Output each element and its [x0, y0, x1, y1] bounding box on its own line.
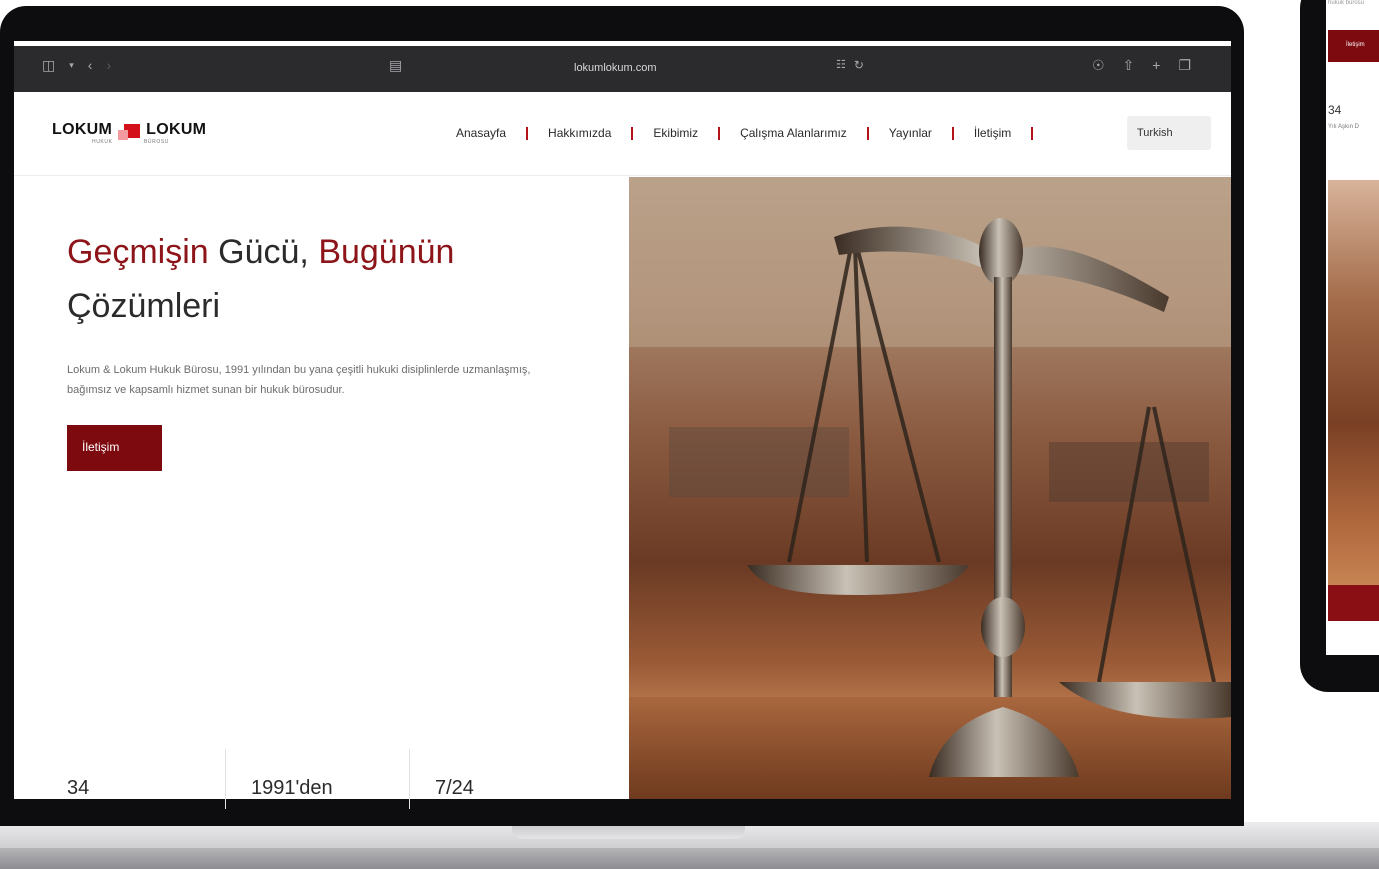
hero-stats: 34 1991'den 7/24	[67, 749, 529, 809]
nav-item-calisma-alanlarimiz[interactable]: Çalışma Alanlarımız	[740, 126, 847, 140]
headline-part-2: Gücü,	[208, 233, 319, 271]
hero-headline: Geçmişin Gücü, Bugünün Çözümleri	[67, 225, 587, 333]
laptop-base	[0, 822, 1379, 869]
logo-word-right: LOKUM	[146, 121, 207, 138]
page-icon[interactable]: ▤	[389, 58, 402, 72]
chevron-down-icon[interactable]: ▾	[69, 58, 74, 72]
nav-separator	[526, 126, 529, 140]
hero-lead-paragraph: Lokum & Lokum Hukuk Bürosu, 1991 yılında…	[67, 364, 531, 396]
stat-availability: 7/24	[409, 749, 529, 809]
logo-sub-left: HUKUK	[92, 139, 113, 145]
toolbar-right-controls: ☉ ⇧ + ❐	[1092, 58, 1191, 72]
contact-button[interactable]: İletişim	[67, 425, 162, 471]
browser-toolbar: ◫ ▾ ‹ › ▤ lokumlokum.com ☷ ↻ ☉ ⇧ + ❐	[14, 46, 1231, 92]
address-bar-url[interactable]: lokumlokum.com	[574, 62, 657, 74]
new-tab-icon[interactable]: +	[1152, 58, 1160, 72]
nav-item-hakkimizda[interactable]: Hakkımızda	[548, 126, 611, 140]
forward-icon[interactable]: ›	[106, 58, 111, 72]
nav-separator	[866, 126, 869, 140]
hero-image-scales-of-justice	[629, 177, 1231, 799]
tablet-stat-value: 34	[1328, 103, 1342, 117]
tablet-hero-image	[1328, 180, 1379, 585]
share-icon[interactable]: ⇧	[1123, 58, 1135, 72]
download-icon[interactable]: ☉	[1092, 58, 1105, 72]
tablet-stat-label: Yılı Aşkın D	[1328, 124, 1360, 130]
nav-separator	[1031, 126, 1034, 140]
nav-separator	[631, 126, 634, 140]
site-logo[interactable]: LOKUM LOKUM HUKUK BÜROSU	[52, 120, 207, 145]
sidebar-icon[interactable]: ◫	[42, 58, 55, 72]
back-icon[interactable]: ‹	[88, 58, 93, 72]
reload-icon[interactable]: ↻	[854, 58, 864, 72]
headline-part-4: Çözümleri	[67, 287, 221, 325]
tablet-contact-button[interactable]: İletişim	[1328, 30, 1379, 62]
stage: hukuk bürosu İletişim 34 Yılı Aşkın D ◫ …	[0, 0, 1379, 869]
stat-years: 34	[67, 777, 90, 799]
tablet-red-band	[1328, 585, 1379, 621]
toolbar-left-controls: ◫ ▾ ‹ ›	[42, 58, 111, 72]
nav-item-ekibimiz[interactable]: Ekibimiz	[653, 126, 698, 140]
language-select[interactable]: Turkish	[1127, 116, 1211, 150]
address-bar-actions: ☷ ↻	[836, 58, 864, 72]
nav-separator	[718, 126, 721, 140]
hero-section: Geçmişin Gücü, Bugünün Çözümleri Lokum &…	[14, 177, 629, 809]
stat-since: 1991'den	[225, 749, 409, 809]
nav-item-iletisim[interactable]: İletişim	[974, 126, 1011, 140]
logo-sub-right: BÜROSU	[144, 139, 169, 145]
tabs-icon[interactable]: ❐	[1178, 58, 1191, 72]
logo-mark-icon	[118, 120, 141, 140]
tablet-top-text: hukuk bürosu	[1328, 0, 1365, 6]
headline-part-1: Geçmişin	[67, 233, 209, 271]
translate-icon[interactable]: ☷	[836, 58, 846, 72]
main-nav: Anasayfa Hakkımızda Ekibimiz Çalışma Ala…	[456, 126, 1053, 140]
headline-part-3: Bugünün	[318, 233, 455, 271]
site-header: LOKUM LOKUM HUKUK BÜROSU Anasayfa Hakkım…	[14, 92, 1231, 176]
logo-word-left: LOKUM	[52, 121, 113, 138]
nav-separator	[951, 126, 954, 140]
nav-item-yayinlar[interactable]: Yayınlar	[889, 126, 932, 140]
nav-item-anasayfa[interactable]: Anasayfa	[456, 126, 506, 140]
scales-of-justice-icon	[629, 177, 1231, 799]
